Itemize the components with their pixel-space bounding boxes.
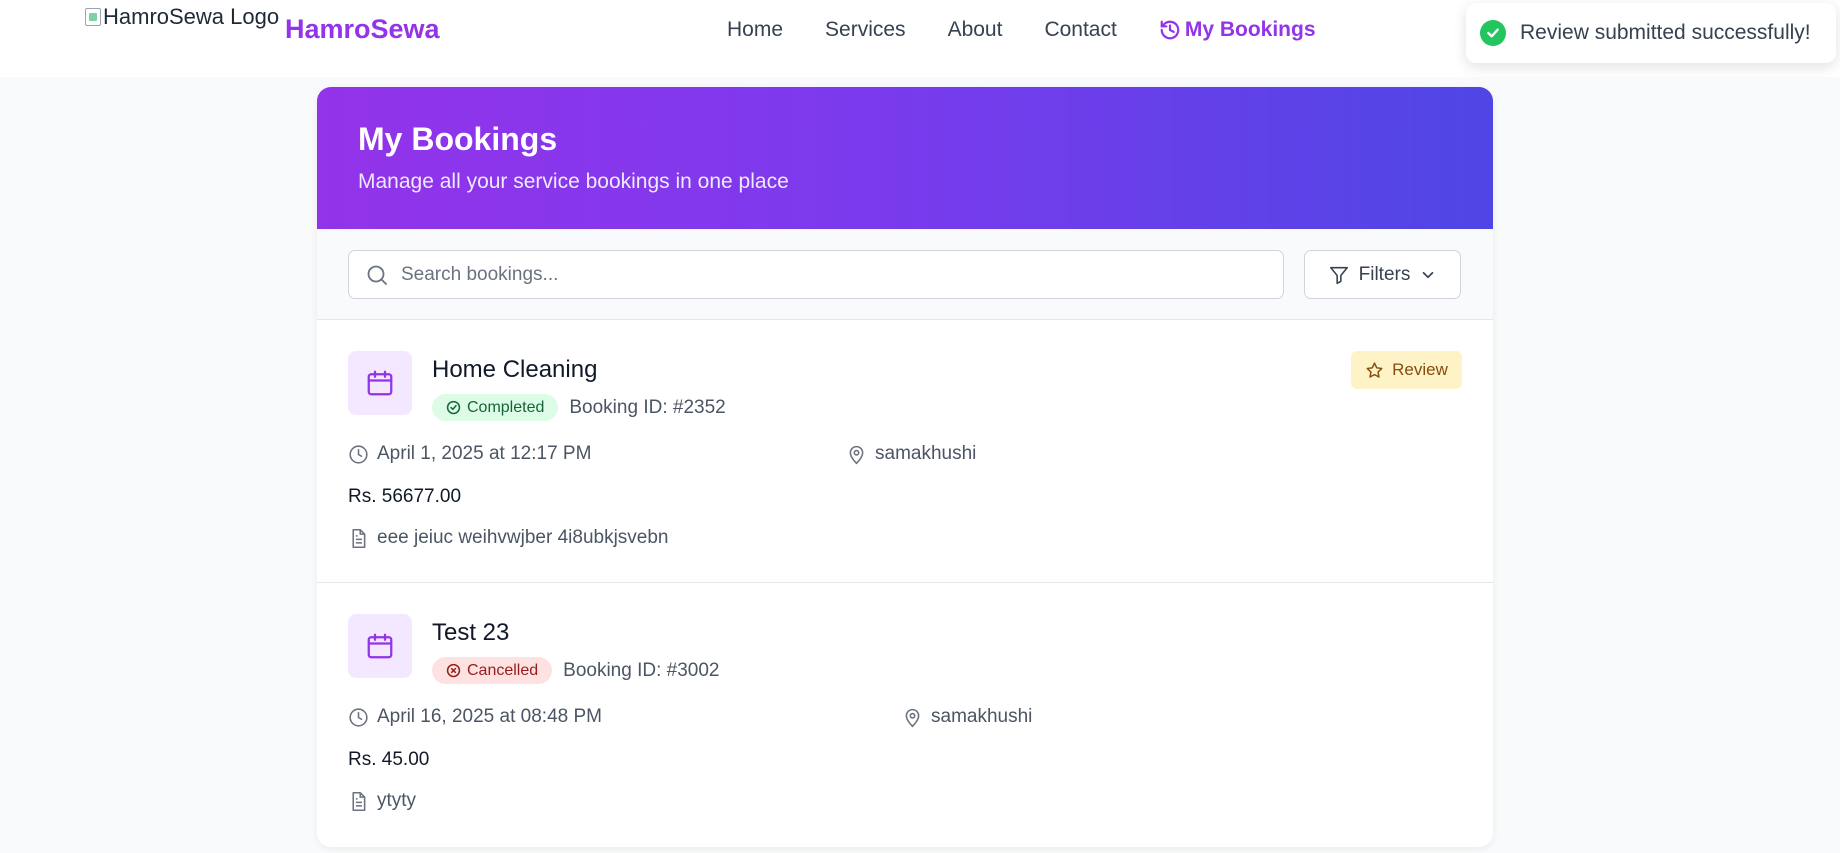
note-text: eee jeiuc weihvwjber 4i8ubkjsvebn [377,527,669,548]
datetime-text: April 16, 2025 at 08:48 PM [377,706,602,727]
broken-image-icon [85,8,101,26]
booking-meta: Completed Booking ID: #2352 [432,394,726,421]
booking-note: eee jeiuc weihvwjber 4i8ubkjsvebn [348,527,669,549]
filters-label: Filters [1358,263,1411,285]
booking-datetime: April 16, 2025 at 08:48 PM [348,706,602,728]
search-icon [367,265,387,285]
review-label: Review [1392,360,1448,379]
map-pin-icon [905,708,920,727]
page-title: My Bookings [358,121,558,157]
check-circle-icon [446,400,461,415]
location-text: samakhushi [875,443,977,464]
datetime-text: April 1, 2025 at 12:17 PM [377,443,592,464]
success-check-icon [1480,20,1506,46]
filter-icon [1329,266,1348,284]
nav-my-bookings-label: My Bookings [1184,18,1316,41]
main-nav: Home Services About Contact My Bookings [727,18,1316,42]
booking-item: Test 23 Cancelled Booking ID: #3002 Apri… [317,583,1493,846]
search-box[interactable] [348,250,1284,299]
filters-button[interactable]: Filters [1304,250,1461,299]
booking-location: samakhushi [846,443,976,465]
map-pin-icon [849,445,864,464]
booking-id: Booking ID: #3002 [563,659,720,681]
search-toolbar: Filters [317,229,1493,320]
nav-my-bookings[interactable]: My Bookings [1159,18,1316,42]
success-toast[interactable]: Review submitted successfully! [1466,3,1836,63]
toast-message: Review submitted successfully! [1520,21,1811,44]
document-icon [352,528,366,548]
status-badge: Cancelled [432,657,553,684]
logo-alt-text: HamroSewa Logo [103,4,280,29]
clock-icon [349,444,368,464]
status-label: Cancelled [467,661,539,679]
x-circle-icon [446,663,461,678]
status-badge: Completed [432,394,559,421]
document-icon [352,791,366,811]
nav-about[interactable]: About [948,18,1003,42]
booking-title: Home Cleaning [432,356,598,383]
note-text: ytyty [377,790,417,811]
review-button[interactable]: Review [1351,351,1462,389]
booking-price: Rs. 45.00 [348,749,430,770]
brand-name[interactable]: HamroSewa [285,14,440,45]
nav-contact[interactable]: Contact [1044,18,1116,42]
star-icon [1366,361,1383,378]
chevron-down-icon [1423,271,1434,278]
nav-home[interactable]: Home [727,18,783,42]
history-icon [1160,20,1180,40]
booking-id: Booking ID: #2352 [569,396,726,418]
booking-meta: Cancelled Booking ID: #3002 [432,657,720,684]
page-subtitle: Manage all your service bookings in one … [358,170,789,193]
nav-services[interactable]: Services [825,18,906,42]
page-hero: My Bookings Manage all your service book… [317,87,1493,229]
calendar-icon [348,351,412,415]
booking-price: Rs. 56677.00 [348,486,462,507]
bookings-card: My Bookings Manage all your service book… [317,87,1493,847]
calendar-icon [348,614,412,678]
clock-icon [349,707,368,727]
location-text: samakhushi [931,706,1033,727]
search-input[interactable] [401,263,1261,286]
booking-title: Test 23 [432,619,510,646]
logo-image[interactable]: HamroSewa Logo [85,4,279,30]
status-label: Completed [467,398,545,416]
booking-location: samakhushi [902,706,1032,728]
booking-note: ytyty [348,790,416,812]
booking-datetime: April 1, 2025 at 12:17 PM [348,443,591,465]
booking-item: Home Cleaning Completed Booking ID: #235… [317,320,1493,583]
